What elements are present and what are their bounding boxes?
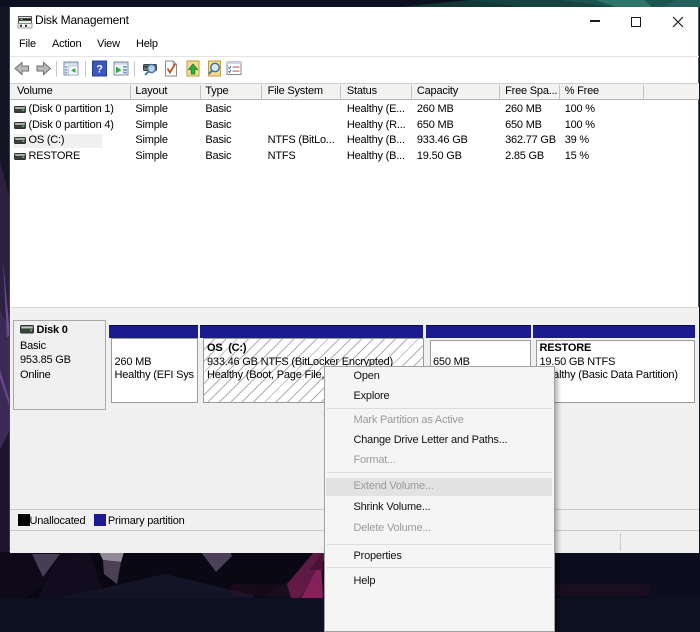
svg-text:?: ? [96,63,103,75]
